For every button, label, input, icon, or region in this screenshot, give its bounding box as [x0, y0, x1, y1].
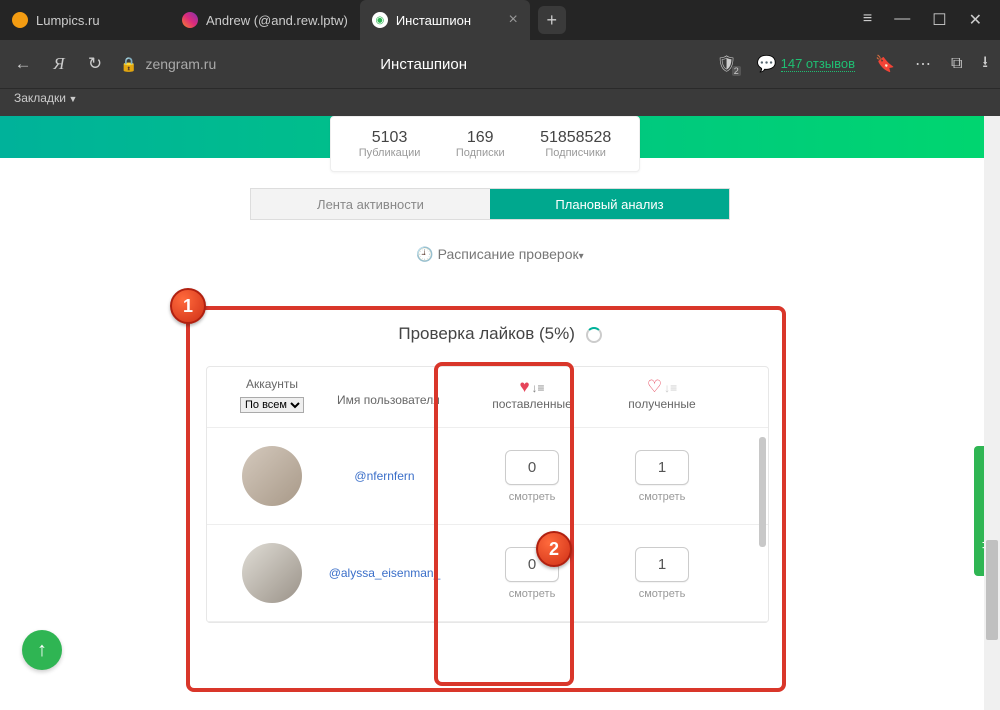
stat-following: 169 Подписки	[456, 129, 505, 159]
minimize-icon[interactable]: —	[894, 10, 910, 30]
bookmark-icon[interactable]: 🔖	[875, 54, 895, 74]
schedule-link[interactable]: 🕘 Расписание проверок▾	[0, 246, 1000, 263]
yandex-icon[interactable]: Я	[48, 54, 70, 74]
close-window-icon[interactable]: ✕	[969, 10, 982, 30]
window-controls: ≡ — ☐ ✕	[845, 10, 1000, 30]
profile-stats: 5103 Публикации 169 Подписки 51858528 По…	[330, 116, 640, 172]
reviews-link[interactable]: 💬147 отзывов	[757, 54, 855, 74]
new-tab-button[interactable]: +	[538, 6, 566, 34]
scroll-top-button[interactable]: ↑	[22, 630, 62, 670]
tab-title: Инсташпион	[396, 13, 471, 28]
address-bar: ← Я ↻ 🔒 zengram.ru Инсташпион 🛡2 💬147 от…	[0, 40, 1000, 88]
tab-favicon	[182, 12, 198, 28]
tab-favicon	[12, 12, 28, 28]
tab-planned-analysis[interactable]: Плановый анализ	[490, 189, 729, 219]
annotation-marker-1: 1	[170, 288, 206, 324]
tab-instashpion[interactable]: ◉ Инсташпион ×	[360, 0, 530, 40]
reload-icon[interactable]: ↻	[84, 54, 106, 74]
url-text: zengram.ru	[145, 56, 216, 72]
more-icon[interactable]: ⋯	[915, 54, 931, 74]
tab-instagram[interactable]: Andrew (@and.rew.lptw)	[170, 0, 360, 40]
tab-favicon: ◉	[372, 12, 388, 28]
annotation-box-2	[434, 362, 574, 686]
subtabs: Лента активности Плановый анализ	[250, 188, 730, 220]
annotation-marker-2: 2	[536, 531, 572, 567]
url-field[interactable]: 🔒 zengram.ru	[120, 56, 216, 73]
download-icon[interactable]: ⭳	[982, 51, 988, 78]
maximize-icon[interactable]: ☐	[932, 10, 946, 30]
page-scrollbar-thumb[interactable]	[986, 540, 998, 640]
clock-icon: 🕘	[416, 246, 433, 262]
stat-followers: 51858528 Подписчики	[540, 129, 611, 159]
tab-activity-feed[interactable]: Лента активности	[251, 189, 490, 219]
tab-title: Andrew (@and.rew.lptw)	[206, 13, 348, 28]
page-content: 5103 Публикации 169 Подписки 51858528 По…	[0, 116, 1000, 710]
tab-title: Lumpics.ru	[36, 13, 100, 28]
page-title: Инсташпион	[380, 56, 467, 73]
shield-icon[interactable]: 🛡2	[716, 54, 736, 74]
stat-posts: 5103 Публикации	[359, 129, 421, 159]
browser-titlebar: Lumpics.ru Andrew (@and.rew.lptw) ◉ Инст…	[0, 0, 1000, 40]
menu-icon[interactable]: ≡	[863, 10, 872, 30]
extensions-icon[interactable]: ⧉	[951, 55, 962, 73]
close-icon[interactable]: ×	[508, 11, 517, 29]
back-icon[interactable]: ←	[12, 54, 34, 74]
lock-icon: 🔒	[120, 56, 137, 73]
bookmarks-bar[interactable]: Закладки ▼	[0, 88, 1000, 116]
tab-lumpics[interactable]: Lumpics.ru	[0, 0, 170, 40]
